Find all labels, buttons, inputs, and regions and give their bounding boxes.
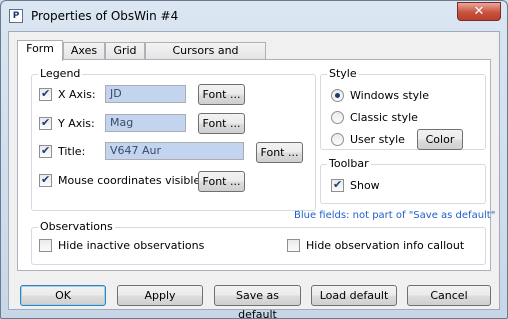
style-group-title: Style [327,67,359,80]
tab-form[interactable]: Form [17,40,63,61]
toolbar-show-checkbox[interactable] [331,178,344,192]
y-axis-font-button[interactable]: Font ... [198,113,245,134]
toolbar-group: Toolbar Show [320,157,486,204]
y-axis-field[interactable]: Mag [105,114,186,132]
classic-style-radio[interactable] [331,111,344,124]
x-axis-font-button[interactable]: Font ... [198,84,245,105]
windows-style-radio[interactable] [331,89,344,102]
properties-dialog: P Properties of ObsWin #4 ✕ Form Axes Gr… [0,0,508,319]
toolbar-group-title: Toolbar [327,157,371,170]
y-axis-label: Y Axis: [58,117,95,130]
hide-callout-label: Hide observation info callout [306,239,465,252]
x-axis-label: X Axis: [58,88,96,101]
mouse-coordinates-checkbox[interactable] [39,173,52,187]
classic-style-label: Classic style [350,111,418,124]
app-icon: P [9,9,23,23]
tab-axes[interactable]: Axes [63,42,105,60]
windows-style-label: Windows style [350,89,429,102]
ok-button[interactable]: OK [20,285,106,306]
y-axis-checkbox[interactable] [39,116,52,130]
apply-button[interactable]: Apply [117,285,203,306]
mouse-coordinates-font-button[interactable]: Font ... [198,171,245,192]
dialog-client-area: Form Axes Grid Cursors and Indicators Le… [8,31,500,318]
hide-inactive-checkbox[interactable] [39,239,52,252]
tab-cursors-and-indicators[interactable]: Cursors and Indicators [145,42,266,73]
title-font-button[interactable]: Font ... [256,142,303,163]
hide-callout-checkbox[interactable] [287,239,300,252]
title-field[interactable]: V647 Aur [105,142,244,160]
close-icon[interactable]: ✕ [457,2,501,21]
hide-inactive-label: Hide inactive observations [58,239,205,252]
title-bar[interactable]: P Properties of ObsWin #4 ✕ [1,1,507,31]
save-as-default-button[interactable]: Save as default [214,285,301,318]
toolbar-show-label: Show [350,179,380,192]
legend-group-title: Legend [38,67,83,80]
title-label: Title: [58,145,86,158]
legend-group: Legend X Axis: JD Font ... Y Axis: Mag F… [31,67,316,211]
load-default-button[interactable]: Load default [311,285,397,306]
color-button[interactable]: Color [417,129,463,150]
window-title: Properties of ObsWin #4 [31,9,179,23]
title-checkbox[interactable] [39,144,52,158]
form-tab-panel: Legend X Axis: JD Font ... Y Axis: Mag F… [17,59,495,271]
observations-group: Observations Hide inactive observations … [31,220,486,265]
user-style-radio[interactable] [331,133,344,146]
cancel-button[interactable]: Cancel [407,285,491,306]
style-group: Style Windows style Classic style User s… [320,67,486,150]
mouse-coordinates-label: Mouse coordinates visible [58,174,201,187]
x-axis-field[interactable]: JD [105,85,186,103]
observations-group-title: Observations [38,220,115,233]
user-style-label: User style [350,133,405,146]
blue-fields-note: Blue fields: not part of "Save as defaul… [294,210,496,221]
tab-grid[interactable]: Grid [105,42,145,60]
x-axis-checkbox[interactable] [39,87,52,101]
